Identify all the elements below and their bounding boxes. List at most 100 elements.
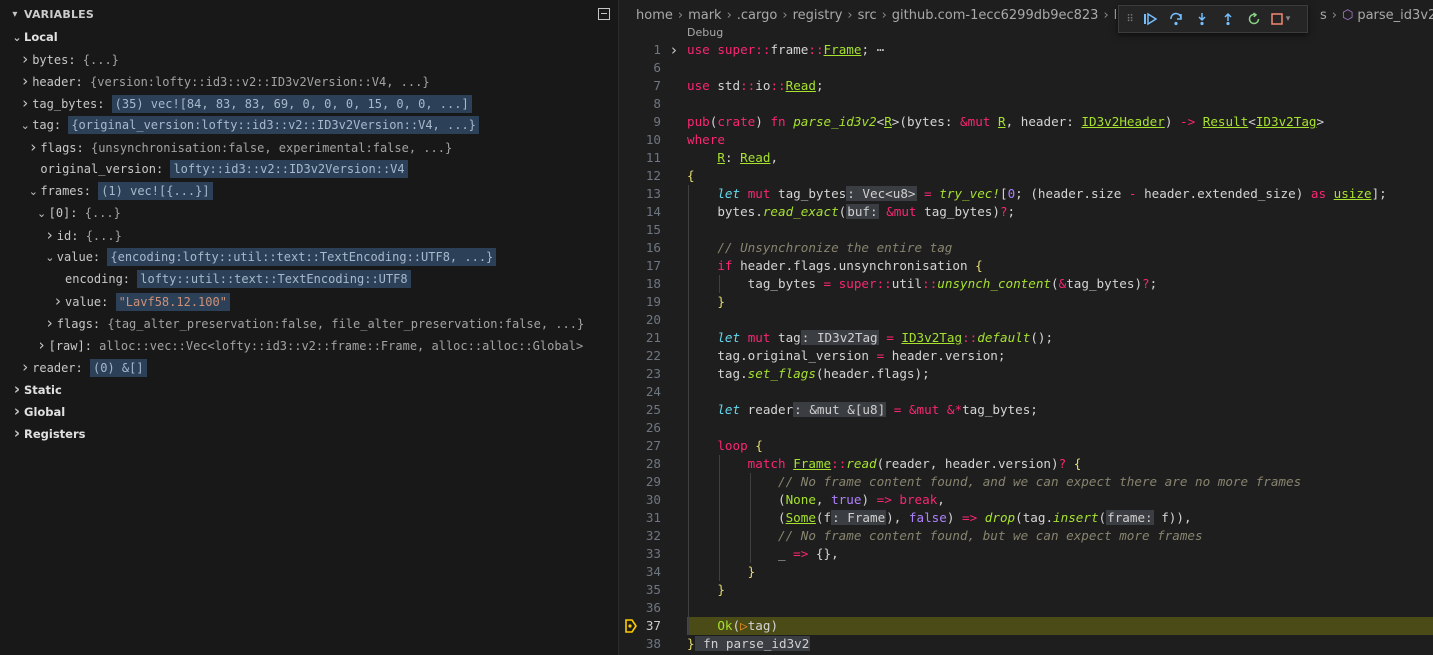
code-line[interactable]: use std::io::Read;: [687, 77, 1433, 95]
chevron-down-icon[interactable]: ⌄: [18, 115, 32, 137]
variable-name: original_version: [40, 162, 156, 176]
variable-row[interactable]: › bytes: {...}: [0, 48, 618, 70]
breadcrumb-item[interactable]: registry: [793, 8, 843, 23]
breadcrumb-item[interactable]: parse_id3v2: [1357, 8, 1433, 23]
variable-row[interactable]: › flags: {unsynchronisation:false, experi…: [0, 136, 618, 158]
code-line[interactable]: use super::frame::Frame; ⋯: [687, 41, 1433, 59]
code-line[interactable]: pub(crate) fn parse_id3v2<R>(bytes: &mut…: [687, 113, 1433, 131]
code-line[interactable]: match Frame::read(reader, header.version…: [687, 455, 1433, 473]
chevron-right-icon[interactable]: ›: [10, 422, 24, 444]
breadcrumb-item[interactable]: home: [636, 8, 673, 23]
code-line[interactable]: tag.set_flags(header.flags);: [687, 365, 1433, 383]
variables-section[interactable]: › Static: [0, 378, 618, 400]
code-line[interactable]: loop {: [687, 437, 1433, 455]
chevron-right-icon[interactable]: ›: [10, 400, 24, 422]
indent-guide: [719, 455, 720, 581]
code-line[interactable]: [687, 383, 1433, 401]
stop-icon[interactable]: ▾: [1267, 7, 1293, 31]
variable-name: [0]: [48, 206, 71, 220]
chevron-right-icon[interactable]: ›: [18, 92, 32, 114]
variable-row[interactable]: › id: {...}: [0, 224, 618, 246]
breadcrumb-item[interactable]: src: [858, 8, 877, 23]
variable-row[interactable]: ⌄ frames: (1) vec![{...}]: [0, 180, 618, 202]
chevron-down-icon[interactable]: ⌄: [10, 27, 24, 49]
variable-row[interactable]: › header: {version:lofty::id3::v2::ID3v2V…: [0, 70, 618, 92]
code-line[interactable]: [687, 221, 1433, 239]
variables-section[interactable]: › Global: [0, 400, 618, 422]
variable-row[interactable]: › reader: (0) &[]: [0, 356, 618, 378]
variables-section[interactable]: ⌄ Local: [0, 26, 618, 48]
step-into-icon[interactable]: [1189, 7, 1215, 31]
breadcrumb-item[interactable]: s: [1320, 8, 1327, 23]
chevron-down-icon[interactable]: ⌄: [26, 181, 40, 203]
chevron-down-icon[interactable]: ⌄: [35, 203, 49, 225]
variable-row[interactable]: › flags: {tag_alter_preservation:false, f…: [0, 312, 618, 334]
variable-row[interactable]: encoding: lofty::util::text::TextEncodin…: [0, 268, 618, 290]
code-line[interactable]: // No frame content found, and we can ex…: [687, 473, 1433, 491]
breadcrumb-item[interactable]: .cargo: [737, 8, 778, 23]
variable-value: "Lavf58.12.100": [115, 293, 230, 311]
code-line[interactable]: if header.flags.unsynchronisation {: [687, 257, 1433, 275]
chevron-down-icon[interactable]: ▾: [1286, 14, 1291, 24]
code-line[interactable]: let reader: &mut &[u8] = &mut &*tag_byte…: [687, 401, 1433, 419]
code-line[interactable]: [687, 311, 1433, 329]
code-line[interactable]: let mut tag: ID3v2Tag = ID3v2Tag::defaul…: [687, 329, 1433, 347]
code-line[interactable]: (Some(f: Frame), false) => drop(tag.inse…: [687, 509, 1433, 527]
breadcrumb-item[interactable]: github.com-1ecc6299db9ec823: [892, 8, 1099, 23]
code-line[interactable]: // No frame content found, but we can ex…: [687, 527, 1433, 545]
variable-row[interactable]: › value: "Lavf58.12.100": [0, 290, 618, 312]
separator: :: [70, 206, 85, 220]
step-out-icon[interactable]: [1215, 7, 1241, 31]
line-number: 19: [645, 294, 661, 309]
variable-row[interactable]: › tag_bytes: (35) vec![84, 83, 83, 69, 0,…: [0, 92, 618, 114]
chevron-right-icon[interactable]: ›: [18, 70, 32, 92]
collapse-all-icon[interactable]: [598, 8, 610, 20]
variable-row[interactable]: ⌄ value: {encoding:lofty::util::text::Tex…: [0, 246, 618, 268]
drag-handle-icon[interactable]: ⠿: [1123, 14, 1137, 25]
code-line[interactable]: [687, 59, 1433, 77]
code-line[interactable]: R: Read,: [687, 149, 1433, 167]
restart-icon[interactable]: [1241, 7, 1267, 31]
step-over-icon[interactable]: [1163, 7, 1189, 31]
code-line[interactable]: Ok(▷tag): [687, 617, 1433, 635]
code-line[interactable]: [687, 599, 1433, 617]
chevron-right-icon[interactable]: ›: [51, 290, 65, 312]
code-line[interactable]: }: [687, 563, 1433, 581]
code-line[interactable]: {: [687, 167, 1433, 185]
code-line[interactable]: tag.original_version = header.version;: [687, 347, 1433, 365]
variable-value: {...}: [85, 229, 122, 243]
line-number: 38: [645, 636, 661, 651]
line-number: 29: [645, 474, 661, 489]
fold-chevron-icon[interactable]: ›: [671, 41, 677, 59]
chevron-right-icon[interactable]: ›: [43, 312, 57, 334]
code-line[interactable]: // Unsynchronize the entire tag: [687, 239, 1433, 257]
continue-icon[interactable]: [1137, 7, 1163, 31]
code-line[interactable]: tag_bytes = super::util::unsynch_content…: [687, 275, 1433, 293]
code-line[interactable]: where: [687, 131, 1433, 149]
chevron-right-icon[interactable]: ›: [18, 356, 32, 378]
code-line[interactable]: _ => {},: [687, 545, 1433, 563]
chevron-right-icon[interactable]: ›: [10, 378, 24, 400]
line-number: 13: [645, 186, 661, 201]
chevron-down-icon[interactable]: ⌄: [43, 247, 57, 269]
code-line[interactable]: }: [687, 293, 1433, 311]
line-number: 34: [645, 564, 661, 579]
variable-row[interactable]: ⌄ tag: {original_version:lofty::id3::v2::…: [0, 114, 618, 136]
code-line[interactable]: }: [687, 581, 1433, 599]
variable-row[interactable]: › [raw]: alloc::vec::Vec<lofty::id3::v2::…: [0, 334, 618, 356]
code-line[interactable]: [687, 95, 1433, 113]
chevron-right-icon[interactable]: ›: [26, 136, 40, 158]
breadcrumb-item[interactable]: mark: [688, 8, 722, 23]
code-line[interactable]: bytes.read_exact(buf: &mut tag_bytes)?;: [687, 203, 1433, 221]
chevron-right-icon[interactable]: ›: [43, 224, 57, 246]
code-line[interactable]: (None, true) => break,: [687, 491, 1433, 509]
chevron-right-icon[interactable]: ›: [35, 334, 49, 356]
chevron-right-icon[interactable]: ›: [18, 48, 32, 70]
code-line[interactable]: [687, 419, 1433, 437]
code-line[interactable]: } fn parse_id3v2: [687, 635, 1433, 653]
code-line[interactable]: let mut tag_bytes: Vec<u8> = try_vec![0;…: [687, 185, 1433, 203]
variable-row[interactable]: original_version: lofty::id3::v2::ID3v2V…: [0, 158, 618, 180]
variables-section[interactable]: › Registers: [0, 422, 618, 444]
chevron-right-icon: ›: [726, 8, 732, 23]
variable-row[interactable]: ⌄ [0]: {...}: [0, 202, 618, 224]
